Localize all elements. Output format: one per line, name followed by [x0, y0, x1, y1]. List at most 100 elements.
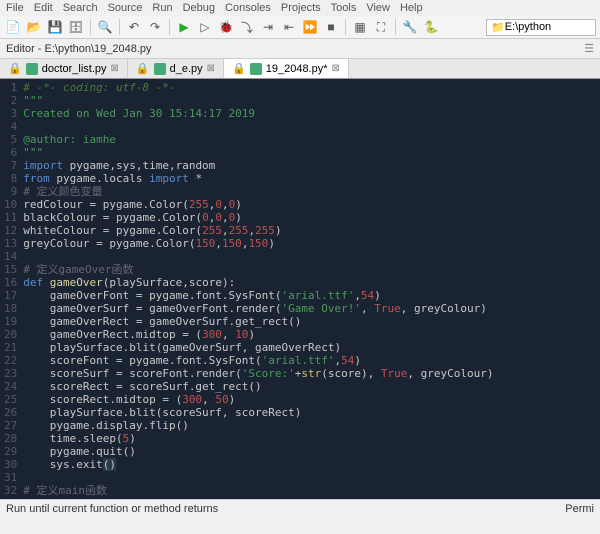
menu-view[interactable]: View: [366, 2, 390, 14]
code-line[interactable]: scoreFont = pygame.font.SysFont('arial.t…: [23, 354, 600, 367]
undo-icon[interactable]: ↶: [125, 18, 143, 36]
line-number: 33: [4, 497, 17, 499]
code-area[interactable]: # -*- coding: utf-8 -*-"""Created on Wed…: [23, 79, 600, 499]
code-line[interactable]: # 定义main函数: [23, 484, 600, 497]
code-line[interactable]: whiteColour = pygame.Color(255,255,255): [23, 224, 600, 237]
step-out-icon[interactable]: ⇤: [280, 18, 298, 36]
line-number: 4: [4, 120, 17, 133]
line-number: 8: [4, 172, 17, 185]
line-number: 2: [4, 94, 17, 107]
wrench-icon[interactable]: 🔧: [401, 18, 419, 36]
code-line[interactable]: @author: iamhe: [23, 133, 600, 146]
menu-file[interactable]: File: [6, 2, 24, 14]
toolbar-separator: [119, 19, 120, 35]
code-editor[interactable]: 1234567891011121314151617181920212223242…: [0, 79, 600, 499]
line-number: 17: [4, 289, 17, 302]
line-number: 11: [4, 211, 17, 224]
file-icon: [250, 63, 262, 75]
line-number: 27: [4, 419, 17, 432]
code-line[interactable]: playSurface.blit(gameOverSurf, gameOverR…: [23, 341, 600, 354]
toolbar-separator: [395, 19, 396, 35]
line-number: 18: [4, 302, 17, 315]
stop-icon[interactable]: ■: [322, 18, 340, 36]
tab-doctor-list-py[interactable]: 🔒doctor_list.py⊠: [0, 59, 128, 78]
code-line[interactable]: # 定义gameOver函数: [23, 263, 600, 276]
code-line[interactable]: pygame.quit(): [23, 445, 600, 458]
menu-edit[interactable]: Edit: [34, 2, 53, 14]
code-line[interactable]: sys.exit(): [23, 458, 600, 471]
expand-icon[interactable]: ⛶: [372, 18, 390, 36]
menu-help[interactable]: Help: [400, 2, 423, 14]
code-line[interactable]: [23, 120, 600, 133]
code-line[interactable]: pygame.display.flip(): [23, 419, 600, 432]
new-file-icon[interactable]: 📄: [4, 18, 22, 36]
code-line[interactable]: """: [23, 146, 600, 159]
code-line[interactable]: """: [23, 94, 600, 107]
code-line[interactable]: blackColour = pygame.Color(0,0,0): [23, 211, 600, 224]
close-icon[interactable]: ⊠: [207, 63, 215, 74]
step-into-icon[interactable]: ⇥: [259, 18, 277, 36]
tab-19-2048-py-[interactable]: 🔒19_2048.py*⊠: [224, 59, 349, 78]
menu-projects[interactable]: Projects: [281, 2, 321, 14]
status-right: Permi: [565, 503, 594, 515]
menu-tools[interactable]: Tools: [331, 2, 357, 14]
close-icon[interactable]: ⊠: [111, 63, 119, 74]
grid-icon[interactable]: ▦: [351, 18, 369, 36]
folder-open-icon[interactable]: 📂: [25, 18, 43, 36]
code-line[interactable]: import pygame,sys,time,random: [23, 159, 600, 172]
code-line[interactable]: # -*- coding: utf-8 -*-: [23, 81, 600, 94]
code-line[interactable]: Created on Wed Jan 30 15:14:17 2019: [23, 107, 600, 120]
menu-search[interactable]: Search: [63, 2, 98, 14]
line-number: 16: [4, 276, 17, 289]
code-line[interactable]: [23, 471, 600, 484]
editor-path-bar: Editor - E:\python\19_2048.py ☰: [0, 39, 600, 59]
line-gutter: 1234567891011121314151617181920212223242…: [0, 79, 23, 499]
folder-icon: 📁: [491, 21, 505, 34]
status-left: Run until current function or method ret…: [6, 503, 218, 515]
code-line[interactable]: from pygame.locals import *: [23, 172, 600, 185]
file-icon: [154, 63, 166, 75]
code-line[interactable]: redColour = pygame.Color(255,0,0): [23, 198, 600, 211]
debug-icon[interactable]: 🐞: [217, 18, 235, 36]
toolbar-separator: [169, 19, 170, 35]
step-over-icon[interactable]: ⤵: [238, 18, 256, 36]
menu-run[interactable]: Run: [152, 2, 172, 14]
code-line[interactable]: gameOverFont = pygame.font.SysFont('aria…: [23, 289, 600, 302]
save-all-icon[interactable]: 🗄: [67, 18, 85, 36]
code-line[interactable]: # 定义颜色变量: [23, 185, 600, 198]
code-line[interactable]: playSurface.blit(scoreSurf, scoreRect): [23, 406, 600, 419]
line-number: 12: [4, 224, 17, 237]
code-line[interactable]: gameOverRect.midtop = (300, 10): [23, 328, 600, 341]
tab-bar: 🔒doctor_list.py⊠🔒d_e.py⊠🔒19_2048.py*⊠: [0, 59, 600, 79]
line-number: 14: [4, 250, 17, 263]
continue-icon[interactable]: ⏩: [301, 18, 319, 36]
tab-label: 19_2048.py*: [266, 63, 328, 75]
code-line[interactable]: scoreRect.midtop = (300, 50): [23, 393, 600, 406]
save-icon[interactable]: 💾: [46, 18, 64, 36]
menu-debug[interactable]: Debug: [183, 2, 215, 14]
menu-source[interactable]: Source: [108, 2, 143, 14]
close-icon[interactable]: ⊠: [332, 63, 340, 74]
menu-consoles[interactable]: Consoles: [225, 2, 271, 14]
code-line[interactable]: gameOverSurf = gameOverFont.render('Game…: [23, 302, 600, 315]
code-line[interactable]: time.sleep(5): [23, 432, 600, 445]
code-line[interactable]: gameOverRect = gameOverSurf.get_rect(): [23, 315, 600, 328]
python-icon[interactable]: 🐍: [422, 18, 440, 36]
menu-bar: File Edit Search Source Run Debug Consoles Proj…: [0, 0, 600, 16]
code-line[interactable]: def gameOver(playSurface,score):: [23, 276, 600, 289]
line-number: 3: [4, 107, 17, 120]
code-line[interactable]: [23, 250, 600, 263]
search-icon[interactable]: 🔍: [96, 18, 114, 36]
working-dir-box[interactable]: 📁 E:\python: [486, 19, 596, 36]
code-line[interactable]: scoreSurf = scoreFont.render('Score:'+st…: [23, 367, 600, 380]
code-line[interactable]: def main():: [23, 497, 600, 499]
run-icon[interactable]: ▶: [175, 18, 193, 36]
code-line[interactable]: scoreRect = scoreSurf.get_rect(): [23, 380, 600, 393]
code-line[interactable]: greyColour = pygame.Color(150,150,150): [23, 237, 600, 250]
redo-icon[interactable]: ↷: [146, 18, 164, 36]
line-number: 32: [4, 484, 17, 497]
working-dir-text: E:\python: [505, 21, 551, 33]
tab-d-e-py[interactable]: 🔒d_e.py⊠: [128, 59, 224, 78]
run-cell-icon[interactable]: ▷: [196, 18, 214, 36]
options-icon[interactable]: ☰: [584, 42, 594, 55]
